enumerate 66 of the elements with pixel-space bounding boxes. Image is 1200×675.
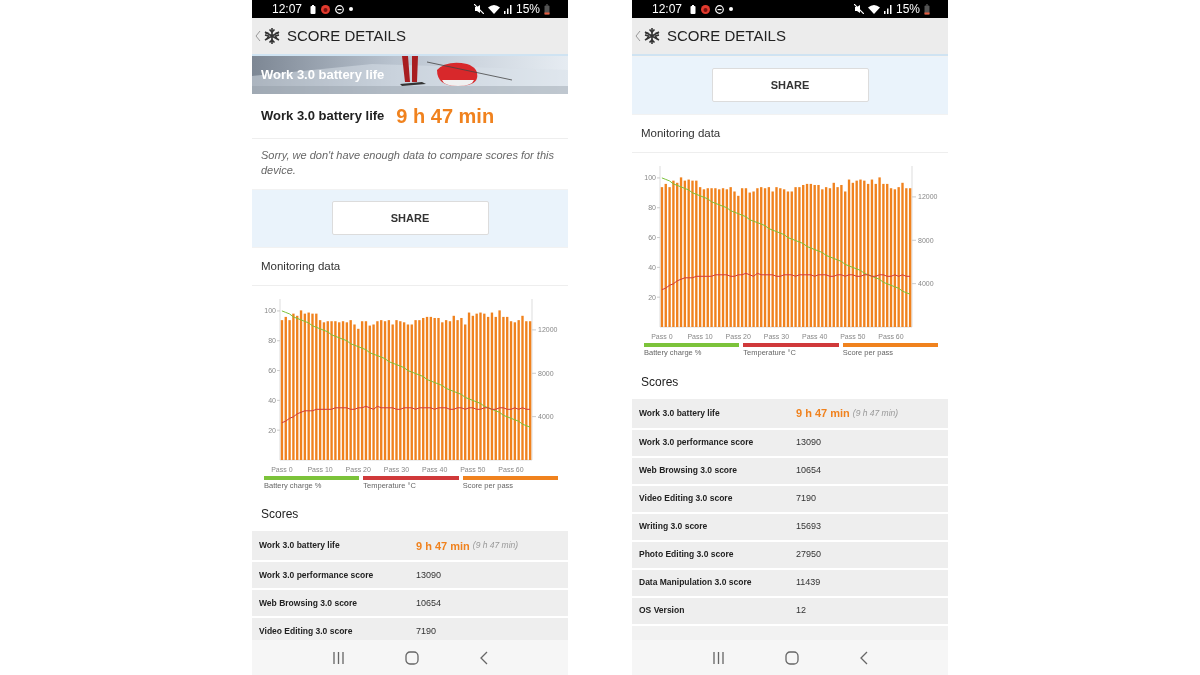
section-title: Scores (632, 364, 948, 399)
notification-icon (701, 4, 711, 14)
score-value: 11439 (796, 575, 821, 589)
score-label: Writing 3.0 score (639, 520, 709, 533)
score-value: 27950 (796, 547, 822, 561)
mute-icon (473, 4, 484, 14)
section-title: Scores (252, 497, 568, 532)
recent-apps-icon[interactable] (332, 651, 346, 664)
banner-title: Work 3.0 battery life (261, 66, 385, 84)
battery-percent: 15% (895, 3, 920, 15)
score-label: Video Editing 3.0 score (259, 624, 354, 638)
info-note: Sorry, we don't have enough data to compare scores for this device. (252, 138, 568, 189)
back-icon[interactable] (479, 650, 488, 665)
section-title: Monitoring data (632, 115, 948, 154)
wifi-icon (867, 4, 880, 14)
score-value: 9 h 47 min (416, 538, 470, 554)
snowflake-icon (263, 27, 281, 45)
score-label: Work 3.0 battery life (259, 539, 341, 553)
mute-icon (853, 4, 864, 14)
score-label: Work 3.0 performance score (639, 436, 755, 449)
score-label: Web Browsing 3.0 score (259, 596, 359, 610)
home-icon[interactable] (785, 650, 800, 665)
score-value: 9 h 47 min (796, 405, 850, 421)
clock-time: 12:07 (272, 3, 303, 15)
battery-icon (544, 3, 550, 15)
score-value: 7190 (416, 624, 437, 638)
score-label: OS Version (639, 604, 686, 617)
signal-icon (503, 4, 512, 14)
battery-icon (924, 3, 930, 15)
result-label: Work 3.0 battery life (261, 107, 385, 126)
page-title: SCORE DETAILS (667, 25, 786, 46)
score-value: 10654 (416, 596, 442, 610)
score-label: Video Editing 3.0 score (639, 492, 734, 505)
minus-circle-icon (715, 4, 725, 14)
score-value: 10654 (796, 463, 822, 477)
battery-saver-icon (690, 4, 697, 14)
score-detail: (9 h 47 min) (472, 539, 519, 553)
score-label: Work 3.0 performance score (259, 568, 375, 582)
score-value: 13090 (416, 568, 442, 582)
score-label: Data Manipulation 3.0 score (639, 576, 753, 589)
score-label: Work 3.0 battery life (639, 406, 721, 420)
share-button[interactable]: SHARE (331, 200, 489, 235)
dot-icon (349, 7, 354, 11)
wifi-icon (487, 4, 500, 14)
recent-apps-icon[interactable] (712, 651, 726, 664)
score-value: 12 (796, 603, 806, 617)
notification-icon (321, 4, 331, 14)
score-value: 7190 (796, 491, 817, 505)
battery-saver-icon (310, 4, 317, 14)
dot-icon (729, 7, 734, 11)
page-title: SCORE DETAILS (287, 25, 406, 46)
clock-time: 12:07 (652, 3, 683, 15)
battery-percent: 15% (515, 3, 540, 15)
score-value: 15693 (796, 519, 822, 533)
home-icon[interactable] (405, 650, 420, 665)
result-value: 9 h 47 min (396, 104, 495, 129)
score-label: Web Browsing 3.0 score (639, 464, 739, 477)
section-title: Monitoring data (252, 247, 568, 287)
score-value: 13090 (796, 435, 822, 449)
snowflake-icon (643, 27, 661, 45)
score-label: Photo Editing 3.0 score (639, 548, 735, 561)
share-button[interactable]: SHARE (711, 68, 869, 102)
back-icon[interactable] (859, 650, 868, 665)
minus-circle-icon (335, 4, 345, 14)
score-detail: (9 h 47 min) (852, 406, 899, 420)
signal-icon (883, 4, 892, 14)
